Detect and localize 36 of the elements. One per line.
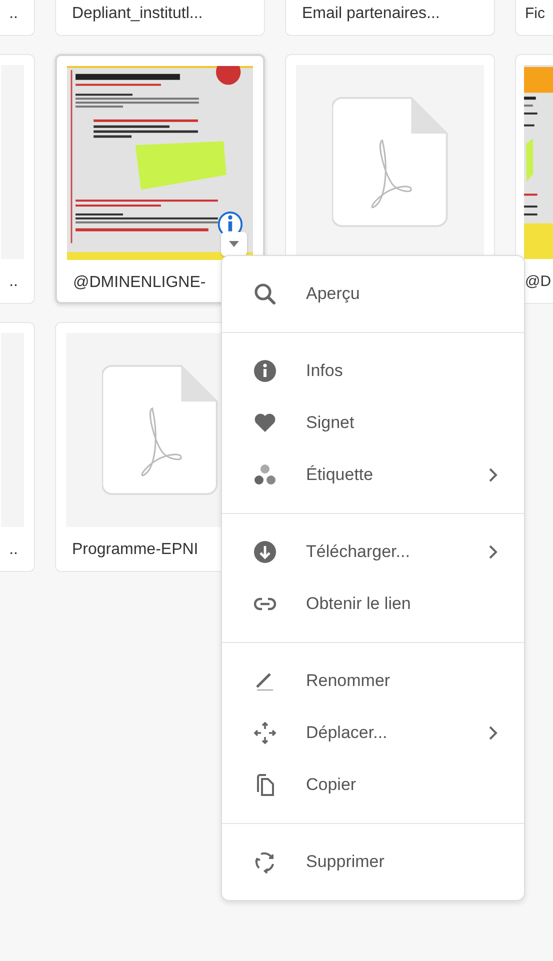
file-card[interactable]: .. — [0, 54, 35, 304]
file-card[interactable]: @D — [515, 54, 553, 304]
menu-item[interactable]: Déplacer... — [222, 707, 524, 759]
file-name: @D — [524, 272, 552, 290]
file-name: .. — [8, 4, 19, 23]
chevron-right-icon — [488, 725, 498, 741]
menu-item[interactable]: Obtenir le lien — [222, 578, 524, 630]
tag-dots-icon — [253, 463, 277, 487]
file-name: Fic — [524, 4, 546, 22]
move-arrows-icon — [253, 721, 277, 745]
file-card[interactable]: @DMINENLIGNE- — [55, 54, 265, 304]
file-name: Programme-EPNI — [71, 540, 200, 559]
file-card[interactable]: .. — [0, 322, 35, 572]
menu-item[interactable]: Copier — [222, 759, 524, 811]
menu-item[interactable]: Renommer — [222, 655, 524, 707]
info-icon — [253, 359, 277, 383]
file-name: Email partenaires... — [301, 4, 441, 23]
dropdown-button[interactable] — [221, 232, 247, 256]
menu-item[interactable]: Supprimer — [222, 836, 524, 888]
caret-icon — [229, 241, 239, 247]
file-name: @DMINENLIGNE- — [72, 273, 207, 292]
heart-icon — [253, 411, 277, 435]
recycle-icon — [253, 850, 277, 874]
file-name: .. — [8, 540, 19, 559]
file-name: .. — [8, 272, 19, 291]
download-icon — [253, 540, 277, 564]
file-card[interactable]: Fic — [515, 0, 553, 36]
pdf-file-icon — [102, 365, 218, 495]
chevron-right-icon — [488, 544, 498, 560]
file-name: Depliant_institutl... — [71, 4, 204, 23]
file-card[interactable]: .. — [0, 0, 35, 36]
search-icon — [253, 282, 277, 306]
chevron-right-icon — [488, 467, 498, 483]
file-card[interactable]: Depliant_institutl... — [55, 0, 265, 36]
pdf-file-icon — [332, 97, 448, 227]
file-card[interactable]: Email partenaires... — [285, 0, 495, 36]
